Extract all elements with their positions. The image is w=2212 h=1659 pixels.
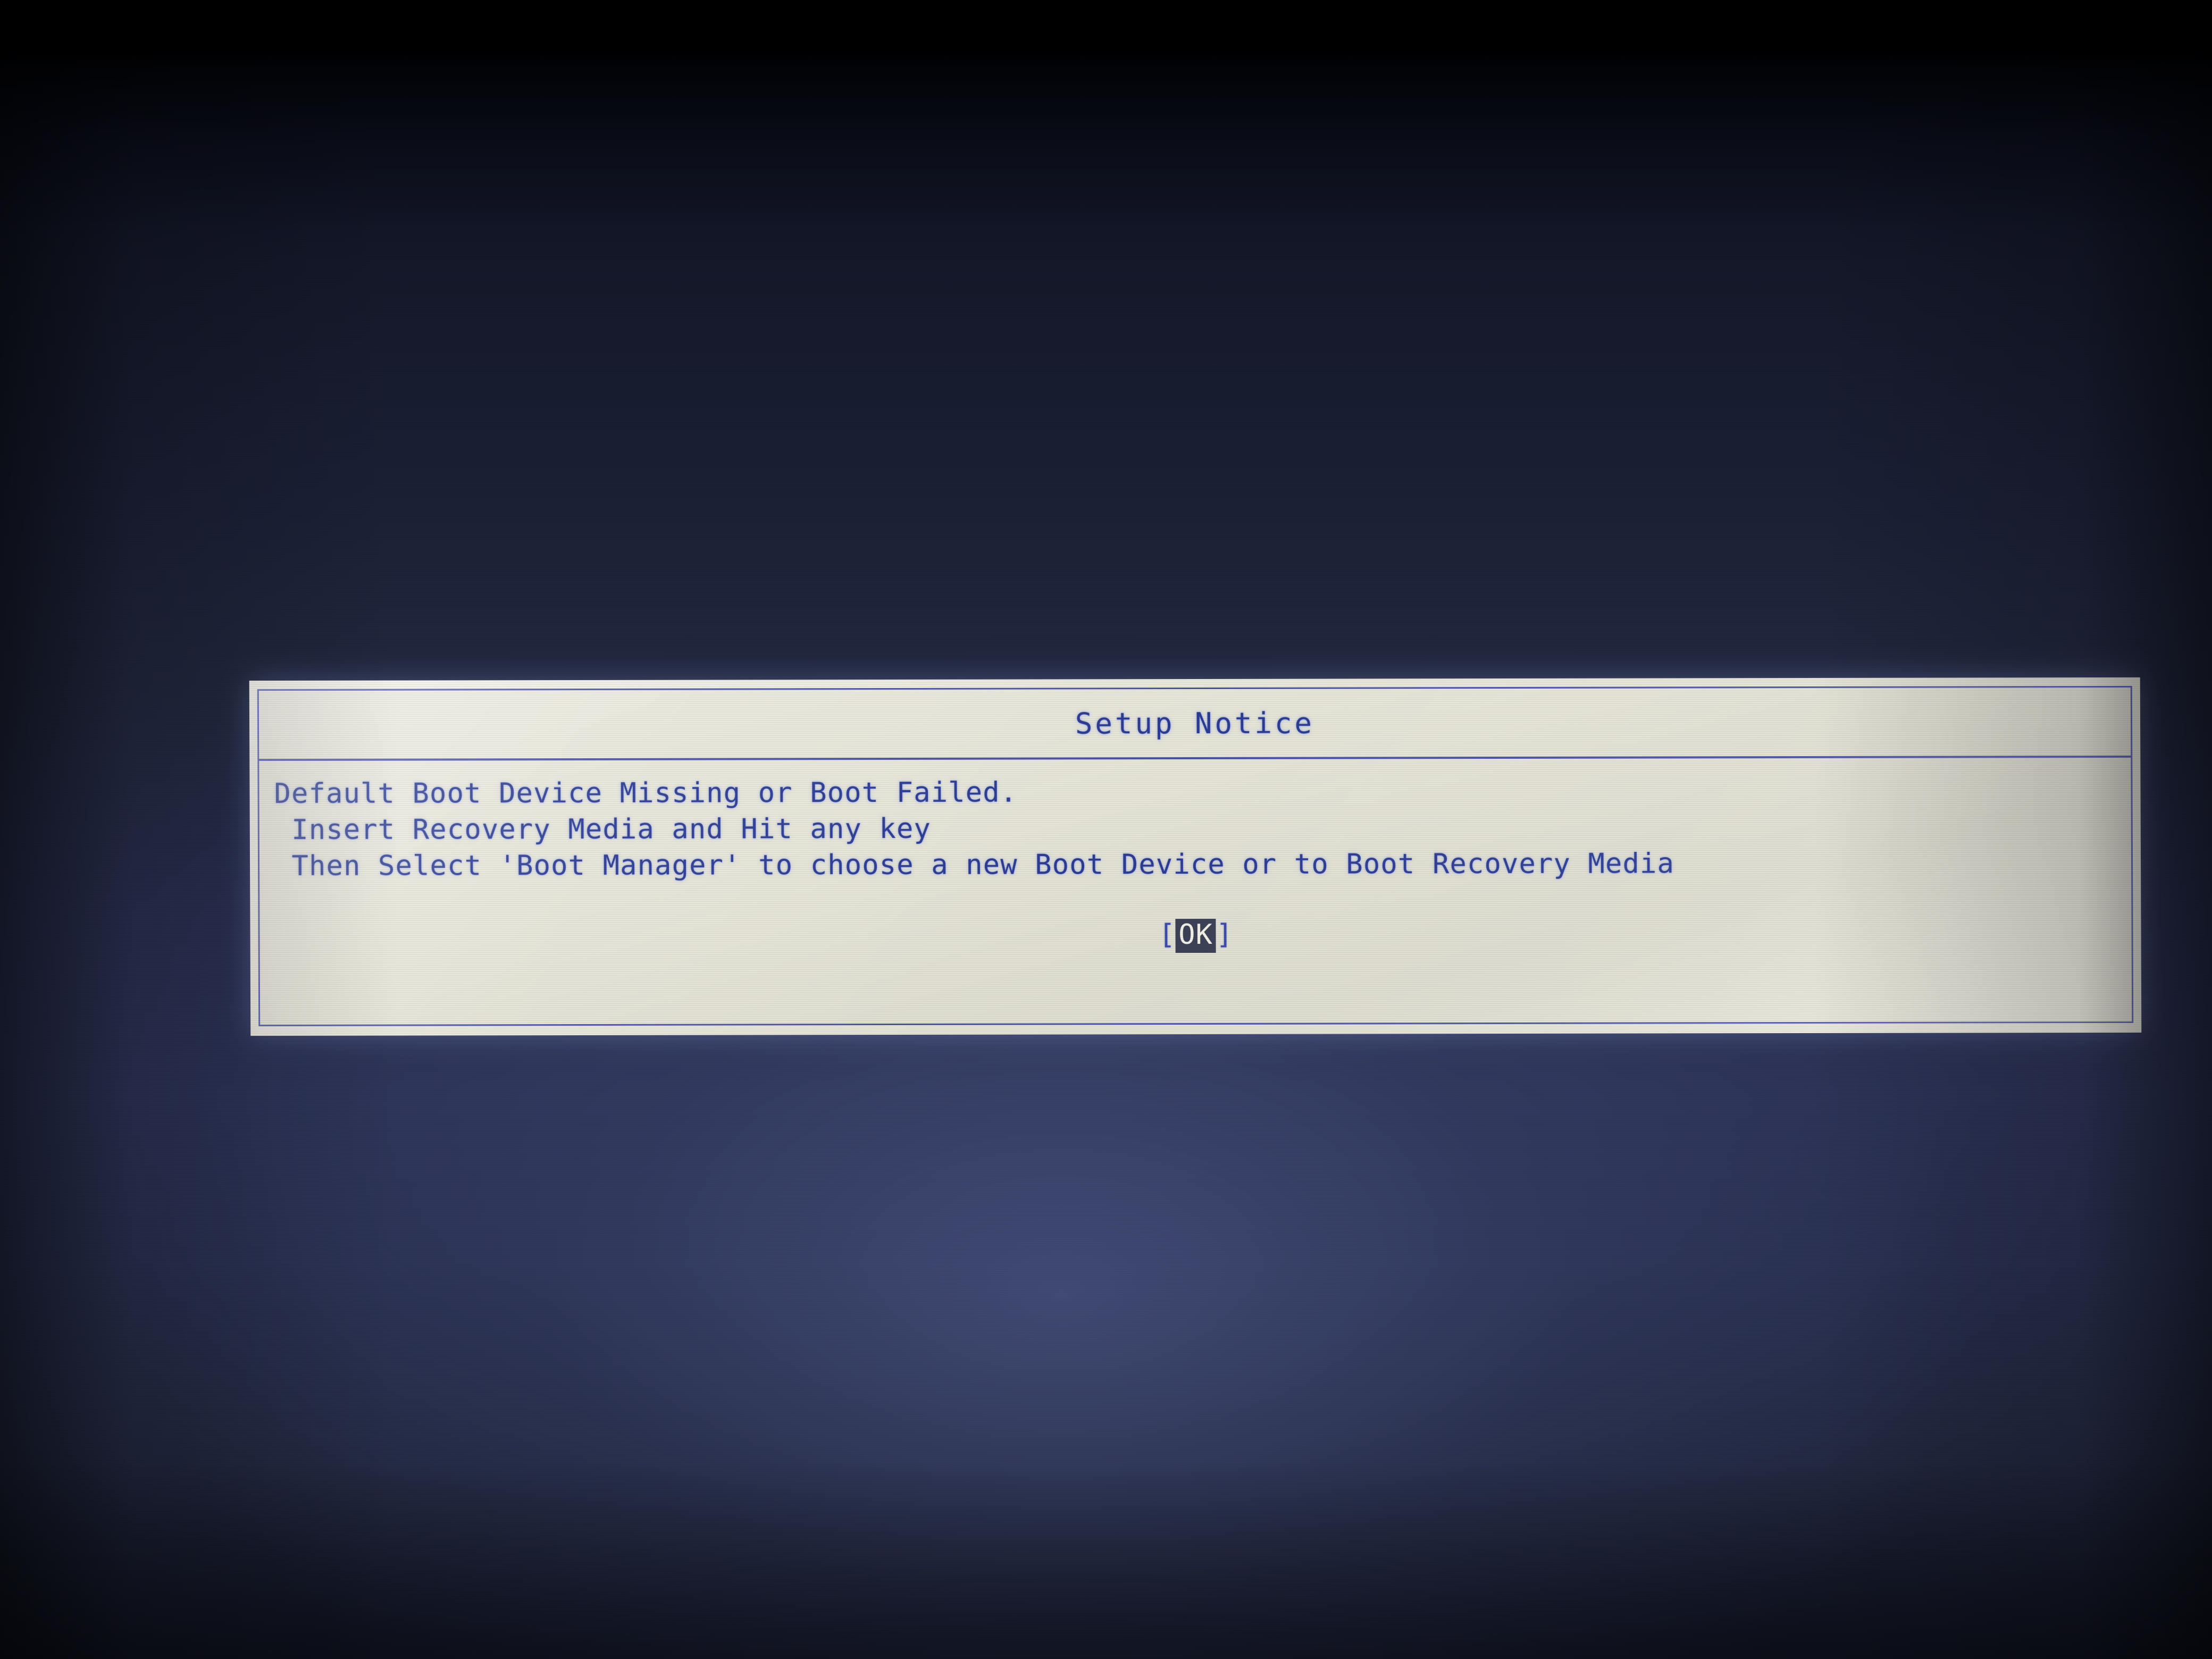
bios-screen: Setup Notice Default Boot Device Missing… bbox=[0, 0, 2212, 1659]
message-line-1: Default Boot Device Missing or Boot Fail… bbox=[274, 776, 1018, 810]
ok-open-bracket: [ bbox=[1158, 919, 1176, 951]
ok-button-label: OK bbox=[1175, 918, 1217, 953]
dialog-message-body: Default Boot Device Missing or Boot Fail… bbox=[259, 758, 2132, 1025]
setup-notice-dialog: Setup Notice Default Boot Device Missing… bbox=[249, 677, 2142, 1036]
dialog-title-bar: Setup Notice bbox=[258, 687, 2131, 761]
ok-button[interactable]: [ OK ] bbox=[1159, 919, 1233, 953]
page-title: Setup Notice bbox=[1075, 706, 1315, 740]
message-line-2: Insert Recovery Media and Hit any key bbox=[274, 812, 932, 847]
ok-close-bracket: ] bbox=[1216, 918, 1233, 951]
setup-notice-dialog-wrapper: Setup Notice Default Boot Device Missing… bbox=[249, 677, 2142, 1036]
message-line-3: Then Select 'Boot Manager' to choose a n… bbox=[274, 848, 1675, 883]
dialog-inner-frame: Setup Notice Default Boot Device Missing… bbox=[257, 685, 2134, 1027]
dialog-button-row: [ OK ] bbox=[259, 917, 2131, 954]
